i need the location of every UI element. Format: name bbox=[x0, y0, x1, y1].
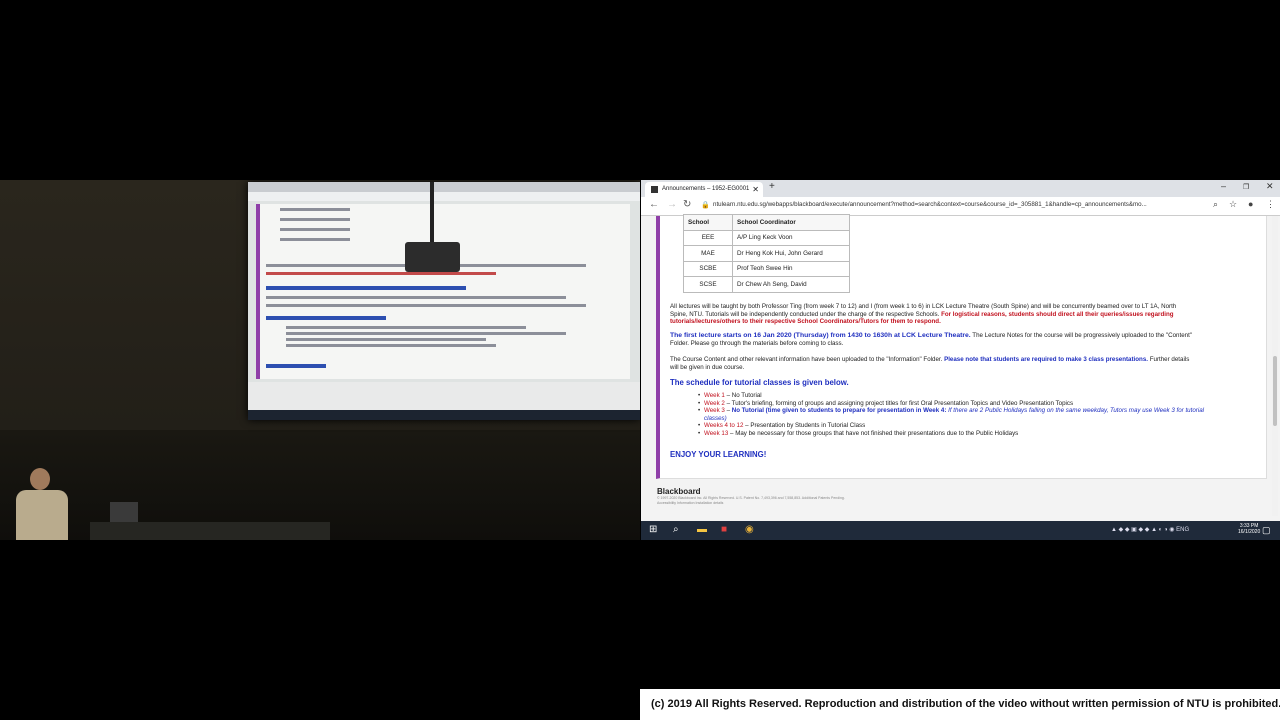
notification-icon[interactable]: ▢ bbox=[1262, 525, 1271, 536]
week-label: Week 13 bbox=[704, 429, 729, 437]
blackboard-logo: Blackboard bbox=[657, 487, 701, 496]
lecture-camera-view bbox=[0, 180, 640, 540]
clock-date: 16/1/2020 bbox=[1238, 529, 1261, 535]
school-cell: MAE bbox=[683, 245, 733, 262]
windows-start-icon[interactable]: ⊞ bbox=[649, 524, 657, 535]
tab-close-icon[interactable]: ✕ bbox=[752, 182, 759, 197]
copyright-bar: (c) 2019 All Rights Reserved. Reproducti… bbox=[640, 689, 1280, 720]
list-item: Week 3 – No Tutorial (time given to stud… bbox=[698, 407, 1204, 422]
lectures-paragraph: All lectures will be taught by both Prof… bbox=[670, 303, 1192, 326]
projected-address-bar bbox=[248, 192, 640, 201]
first-lecture-notice: The first lecture starts on 16 Jan 2020 … bbox=[670, 332, 971, 339]
vertical-scrollbar[interactable] bbox=[1272, 216, 1278, 516]
list-item: Week 2 – Tutor's briefing, forming of gr… bbox=[698, 399, 1204, 408]
tutorial-schedule-list: Week 1 – No Tutorial Week 2 – Tutor's br… bbox=[698, 392, 1204, 438]
coordinator-cell: Prof Teoh Swee Hin bbox=[732, 260, 850, 277]
week-description: – Presentation by Students in Tutorial C… bbox=[743, 422, 866, 430]
table-row: MAE Dr Heng Kok Hui, John Gerard bbox=[683, 245, 850, 262]
list-item: Weeks 4 to 12 – Presentation by Students… bbox=[698, 422, 1204, 430]
week-label: Weeks 4 to 12 bbox=[704, 422, 744, 430]
projected-taskbar bbox=[248, 410, 640, 420]
tab-announcements[interactable]: Announcements – 1952-EG0001 ✕ bbox=[645, 182, 763, 197]
week-description: – Tutor's briefing, forming of groups an… bbox=[724, 399, 1074, 407]
week-label: Week 1 bbox=[704, 392, 725, 399]
projected-tab-bar bbox=[248, 182, 640, 192]
minimize-button[interactable]: – bbox=[1221, 181, 1226, 191]
chrome-icon[interactable]: ◉ bbox=[745, 524, 754, 535]
list-item: Week 13 – May be necessary for those gro… bbox=[698, 429, 1204, 438]
search-icon[interactable]: ⌕ bbox=[673, 524, 679, 535]
coordinator-table: School School Coordinator EEE A/P Ling K… bbox=[683, 214, 850, 293]
new-tab-button[interactable]: + bbox=[769, 181, 775, 192]
course-content-paragraph: The Course Content and other relevant in… bbox=[670, 356, 1192, 371]
coordinator-cell: A/P Ling Keck Voon bbox=[732, 229, 850, 246]
week-description: – No Tutorial bbox=[724, 392, 762, 399]
projection-screen bbox=[248, 182, 640, 420]
footer-links[interactable]: Accessibility Information Installation d… bbox=[657, 501, 1257, 506]
file-explorer-icon[interactable]: ▬ bbox=[697, 524, 707, 535]
windows-taskbar: ⊞ ⌕ ▬ ■ ◉ ▲ ◆ ◆ ▣ ◆ ◆ ▲ ◐ ◑ ◉ ENG 3:33 P… bbox=[641, 521, 1280, 540]
column-header-coordinator: School Coordinator bbox=[732, 214, 850, 231]
column-header-school: School bbox=[683, 214, 733, 231]
bookmark-star-icon[interactable]: ☆ bbox=[1229, 199, 1237, 210]
lock-icon[interactable]: 🔒 bbox=[701, 201, 710, 209]
lecture-desk bbox=[90, 522, 330, 540]
coordinator-cell: Dr Heng Kok Hui, John Gerard bbox=[732, 245, 850, 262]
pdf-reader-icon[interactable]: ■ bbox=[721, 524, 727, 535]
tab-title: Announcements – 1952-EG0001 bbox=[662, 186, 750, 192]
school-cell: SCBE bbox=[683, 260, 733, 277]
blackboard-footer: Blackboard © 1997-2020 Blackboard Inc. A… bbox=[657, 487, 1257, 506]
blackboard-favicon-icon bbox=[651, 186, 658, 193]
lecturer bbox=[12, 468, 72, 540]
closing-message: ENJOY YOUR LEARNING! bbox=[670, 450, 767, 459]
course-content-text: The Course Content and other relevant in… bbox=[670, 356, 943, 363]
school-cell: EEE bbox=[683, 229, 733, 246]
presentation-notice: Please note that students are required t… bbox=[944, 356, 1148, 363]
url-field[interactable]: ntulearn.ntu.edu.sg/webapps/blackboard/e… bbox=[713, 201, 1147, 208]
language-indicator[interactable]: ENG bbox=[1176, 527, 1189, 533]
table-header-row: School School Coordinator bbox=[683, 214, 850, 231]
table-row: SCBE Prof Teoh Swee Hin bbox=[683, 260, 850, 277]
school-cell: SCSE bbox=[683, 276, 733, 293]
list-item: Week 1 – No Tutorial bbox=[698, 392, 1204, 400]
projected-page bbox=[256, 204, 630, 379]
ceiling-projector bbox=[405, 242, 460, 272]
menu-kebab-icon[interactable]: ⋮ bbox=[1266, 199, 1275, 210]
search-icon[interactable]: ⌕ bbox=[1213, 199, 1218, 210]
system-clock[interactable]: 3:33 PM 16/1/2020 bbox=[1238, 523, 1260, 535]
projector-mount bbox=[430, 182, 434, 244]
account-icon[interactable]: ● bbox=[1248, 199, 1253, 209]
copyright-notice: (c) 2019 All Rights Reserved. Reproducti… bbox=[651, 698, 1280, 710]
back-arrow-icon[interactable]: ← bbox=[649, 199, 659, 210]
browser-window: Announcements – 1952-EG0001 ✕ + – ❐ ✕ ← … bbox=[641, 180, 1280, 540]
page-viewport: School School Coordinator EEE A/P Ling K… bbox=[641, 214, 1280, 536]
close-window-button[interactable]: ✕ bbox=[1266, 181, 1274, 192]
projected-footer bbox=[248, 382, 640, 410]
coordinator-cell: Dr Chew Ah Seng, David bbox=[732, 276, 850, 293]
table-row: SCSE Dr Chew Ah Seng, David bbox=[683, 276, 850, 293]
scrollbar-thumb[interactable] bbox=[1273, 356, 1277, 426]
forward-arrow-icon[interactable]: → bbox=[667, 199, 677, 210]
announcement-body: School School Coordinator EEE A/P Ling K… bbox=[656, 214, 1267, 479]
week-label: Week 2 bbox=[704, 399, 725, 407]
maximize-button[interactable]: ❐ bbox=[1243, 183, 1249, 191]
week-description: – May be necessary for those groups that… bbox=[728, 429, 1019, 437]
week-description: – bbox=[724, 407, 732, 415]
schedule-heading: The schedule for tutorial classes is giv… bbox=[670, 378, 849, 387]
monitor bbox=[110, 502, 138, 522]
tab-strip: Announcements – 1952-EG0001 ✕ + – ❐ ✕ bbox=[641, 180, 1280, 197]
system-tray[interactable]: ▲ ◆ ◆ ▣ ◆ ◆ ▲ ◐ ◑ ◉ ENG bbox=[1111, 526, 1189, 533]
week3-notice: No Tutorial (time given to students to p… bbox=[731, 407, 947, 415]
reload-icon[interactable]: ↻ bbox=[683, 199, 691, 210]
first-lecture-paragraph: The first lecture starts on 16 Jan 2020 … bbox=[670, 332, 1192, 347]
week-label: Week 3 bbox=[704, 407, 725, 415]
table-row: EEE A/P Ling Keck Voon bbox=[683, 229, 850, 246]
